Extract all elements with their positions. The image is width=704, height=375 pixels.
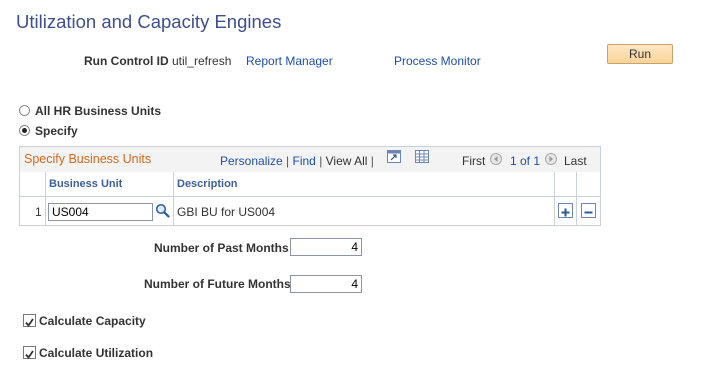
last-label: Last (564, 154, 587, 168)
calculate-capacity-label: Calculate Capacity (39, 314, 146, 328)
calculate-capacity-checkbox[interactable] (23, 314, 36, 327)
specify-radio[interactable] (19, 125, 30, 136)
checkmark-icon (25, 316, 34, 327)
report-manager-link[interactable]: Report Manager (246, 54, 333, 68)
process-monitor-link[interactable]: Process Monitor (394, 54, 481, 68)
row-description: GBI BU for US004 (177, 205, 276, 219)
page-title: Utilization and Capacity Engines (16, 11, 282, 32)
previous-arrow-icon[interactable] (490, 153, 502, 165)
lookup-icon[interactable] (155, 203, 170, 218)
view-all-link[interactable]: View All (326, 154, 368, 168)
grid-column-header: Business Unit Description (20, 172, 600, 197)
checkmark-icon (25, 348, 34, 359)
run-button[interactable]: Run (607, 44, 673, 64)
calculate-utilization-checkbox[interactable] (23, 346, 36, 359)
run-control-value: util_refresh (172, 54, 232, 68)
past-months-input[interactable] (290, 238, 362, 256)
future-months-input[interactable] (290, 275, 362, 293)
run-control-label: Run Control ID (84, 54, 169, 68)
next-arrow-icon[interactable] (545, 153, 557, 165)
page-info: 1 of 1 (510, 154, 541, 168)
business-units-grid: Specify Business Units Personalize | Fin… (19, 146, 601, 226)
minus-icon (584, 206, 593, 215)
first-label: First (462, 154, 486, 168)
future-months-label: Number of Future Months (144, 277, 291, 291)
grid-title: Specify Business Units (24, 152, 152, 166)
specify-label: Specify (35, 124, 78, 138)
add-row-button[interactable] (558, 203, 573, 218)
col-description[interactable]: Description (177, 178, 238, 190)
delete-row-button[interactable] (581, 203, 596, 218)
past-months-label: Number of Past Months (154, 241, 289, 255)
business-unit-input[interactable] (48, 203, 153, 221)
grid-header-bar: Specify Business Units Personalize | Fin… (20, 147, 600, 173)
row-index: 1 (35, 205, 42, 219)
personalize-link[interactable]: Personalize (220, 154, 283, 168)
download-spreadsheet-icon[interactable] (415, 150, 429, 163)
find-link[interactable]: Find (293, 154, 316, 168)
col-business-unit[interactable]: Business Unit (49, 178, 122, 190)
all-units-radio[interactable] (19, 105, 30, 116)
calculate-utilization-label: Calculate Utilization (39, 346, 154, 360)
plus-icon (561, 206, 570, 217)
new-window-icon[interactable] (387, 150, 401, 163)
table-row: 1 GBI BU for US004 (20, 197, 600, 225)
all-units-label: All HR Business Units (35, 104, 162, 118)
